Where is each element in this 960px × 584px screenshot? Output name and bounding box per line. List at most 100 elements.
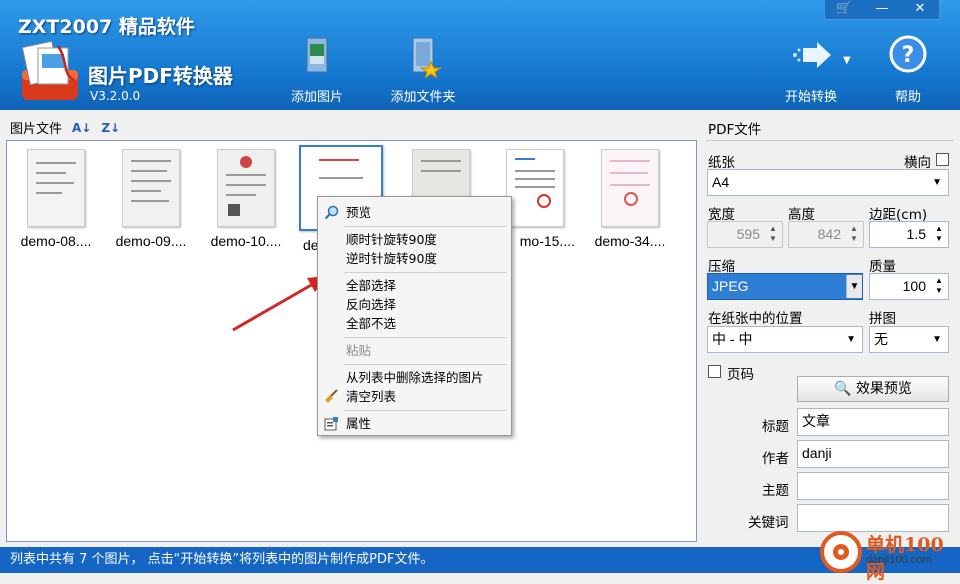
menu-separator <box>344 272 507 273</box>
add-folder-button[interactable]: 添加文件夹 <box>383 34 463 105</box>
tile-value: 无 <box>874 331 888 347</box>
app-header: ZXT2007 精品软件 图片PDF转换器 V3.2.0.0 添加图片 添加文件… <box>0 0 960 110</box>
start-arrow-icon <box>793 42 831 68</box>
close-button[interactable]: ✕ <box>901 0 939 19</box>
menu-separator <box>344 410 507 411</box>
landscape-checkbox[interactable] <box>936 153 949 166</box>
thumbnail-name: demo-34.... <box>594 233 666 249</box>
subject-label: 主题 <box>762 483 789 499</box>
effect-preview-button[interactable]: 🔍 效果预览 <box>797 376 949 402</box>
thumbnail-image <box>122 149 180 227</box>
subject-input[interactable] <box>797 472 949 500</box>
width-value: 595 <box>736 226 760 242</box>
paper-select[interactable]: A4 ▼ <box>707 169 949 196</box>
sort-desc-icon[interactable]: Z↓ <box>101 121 120 135</box>
menu-item-properties[interactable]: 属性 <box>318 414 511 433</box>
position-label: 在纸张中的位置 <box>708 311 803 327</box>
tile-label: 拼图 <box>869 311 896 327</box>
add-folder-label: 添加文件夹 <box>390 90 456 105</box>
margin-stepper[interactable]: 1.5 ▲ ▼ <box>869 221 949 248</box>
page-number-checkbox[interactable] <box>708 365 721 378</box>
sort-asc-icon[interactable]: A↓ <box>72 121 91 135</box>
keywords-label: 关键词 <box>748 515 789 531</box>
menu-item-invert-select[interactable]: 反向选择 <box>318 295 511 314</box>
spin-arrows-icon: ▲ ▼ <box>935 276 943 295</box>
pdf-section-title: PDF文件 <box>708 122 762 138</box>
page-number-label: 页码 <box>727 367 754 383</box>
menu-label: 清空列表 <box>346 389 397 404</box>
menu-label: 从列表中删除选择的图片 <box>346 370 484 385</box>
menu-item-select-all[interactable]: 全部选择 <box>318 276 511 295</box>
thumbnail-image <box>27 149 85 227</box>
menu-label: 全部选择 <box>346 278 397 293</box>
cart-icon[interactable]: 🛒 <box>825 0 863 19</box>
height-stepper[interactable]: 842 ▲ ▼ <box>788 221 864 248</box>
width-stepper[interactable]: 595 ▲ ▼ <box>707 221 783 248</box>
doc-title-label: 标题 <box>762 419 789 435</box>
menu-label: 全部不选 <box>346 316 397 331</box>
quality-label: 质量 <box>869 259 896 275</box>
spin-arrows-icon: ▲ ▼ <box>769 224 777 243</box>
author-label: 作者 <box>762 451 789 467</box>
menu-label: 粘贴 <box>346 343 372 358</box>
menu-separator <box>344 364 507 365</box>
start-convert-button[interactable]: 开始转换 <box>771 34 851 105</box>
menu-label: 顺时针旋转90度 <box>346 232 437 247</box>
paper-label: 纸张 <box>708 155 735 171</box>
menu-item-rotate-ccw[interactable]: 逆时针旋转90度 <box>318 249 511 268</box>
broom-icon <box>325 389 338 403</box>
window-controls: 🛒 — ✕ <box>824 0 940 20</box>
chevron-down-icon: ▼ <box>846 334 856 345</box>
add-image-button[interactable]: 添加图片 <box>277 34 357 105</box>
compress-value: JPEG <box>712 278 749 294</box>
position-select[interactable]: 中 - 中 ▼ <box>707 326 863 353</box>
brand-text: ZXT2007 精品软件 <box>18 16 195 38</box>
menu-label: 属性 <box>346 416 372 431</box>
keywords-input[interactable] <box>797 504 949 532</box>
tile-select[interactable]: 无 ▼ <box>869 326 949 353</box>
menu-item-select-none[interactable]: 全部不选 <box>318 314 511 333</box>
quality-stepper[interactable]: 100 ▲ ▼ <box>869 273 949 300</box>
chevron-down-icon: ▼ <box>846 275 862 298</box>
divider <box>706 140 954 141</box>
menu-separator <box>344 337 507 338</box>
version-label: V3.2.0.0 <box>90 89 141 103</box>
menu-item-preview[interactable]: 预览 <box>318 203 511 222</box>
author-input[interactable]: danji <box>797 440 949 468</box>
watermark-icon <box>820 531 862 573</box>
menu-label: 逆时针旋转90度 <box>346 251 437 266</box>
height-value: 842 <box>817 226 841 242</box>
help-label: 帮助 <box>894 90 921 105</box>
add-image-label: 添加图片 <box>290 90 343 105</box>
chevron-down-icon: ▼ <box>932 334 942 345</box>
thumbnail-item[interactable]: demo-10.... <box>204 149 288 249</box>
chevron-down-icon: ▼ <box>932 177 942 188</box>
author-value: danji <box>802 445 832 461</box>
menu-item-remove-selected[interactable]: 从列表中删除选择的图片 <box>318 368 511 387</box>
width-label: 宽度 <box>708 207 735 223</box>
help-button[interactable]: ? 帮助 <box>868 34 948 105</box>
effect-preview-label: 效果预览 <box>855 381 912 397</box>
image-list-title: 图片文件 <box>10 122 63 137</box>
thumbnail-item[interactable]: demo-09.... <box>109 149 193 249</box>
minimize-button[interactable]: — <box>863 0 901 19</box>
compress-select[interactable]: JPEG ▼ <box>707 273 863 300</box>
doc-title-value: 文章 <box>802 413 830 429</box>
start-dropdown-icon[interactable]: ▼ <box>843 55 851 66</box>
watermark-logo: 单机100网 danji100.com <box>808 530 958 583</box>
height-label: 高度 <box>788 207 815 223</box>
doc-title-input[interactable]: 文章 <box>797 408 949 436</box>
menu-item-paste[interactable]: 粘贴 <box>318 341 511 360</box>
add-image-icon <box>306 37 328 73</box>
menu-item-clear-list[interactable]: 清空列表 <box>318 387 511 406</box>
menu-label: 预览 <box>346 205 372 220</box>
thumbnail-image <box>506 149 564 227</box>
margin-value: 1.5 <box>906 226 926 242</box>
menu-item-rotate-cw[interactable]: 顺时针旋转90度 <box>318 230 511 249</box>
thumbnail-image <box>217 149 275 227</box>
thumbnail-item[interactable]: demo-34.... <box>588 149 672 249</box>
context-menu: 预览 顺时针旋转90度 逆时针旋转90度 全部选择 反向选择 全部不选 粘贴 从… <box>317 196 512 436</box>
position-value: 中 - 中 <box>712 331 753 347</box>
thumbnail-name: demo-09.... <box>115 233 187 249</box>
thumbnail-item[interactable]: demo-08.... <box>14 149 98 249</box>
